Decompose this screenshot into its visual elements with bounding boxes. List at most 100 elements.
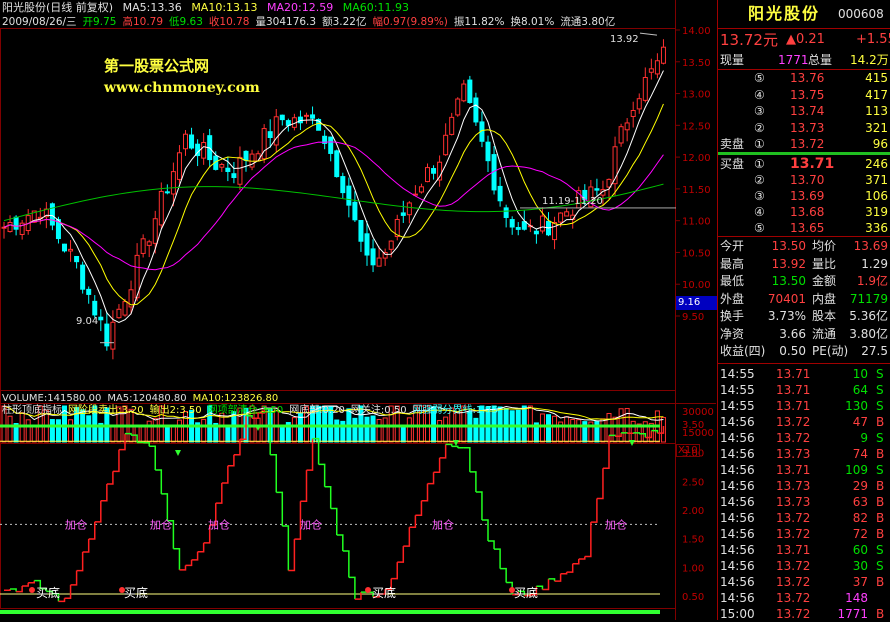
- header-line-1: 阳光股份(日线 前复权) MA5:13.36 MA10:13.13 MA20:1…: [2, 1, 415, 15]
- volume-bar: [377, 420, 381, 442]
- tick-volume: 82: [830, 510, 868, 526]
- indicator-output: 输出2:3.50: [150, 405, 202, 416]
- tick-volume: 109: [830, 462, 868, 478]
- indicator-axis-label: 1.00: [682, 563, 704, 574]
- candle-body: [226, 168, 230, 171]
- stock-name: 阳光股份: [748, 2, 820, 26]
- indicator-step: [579, 556, 585, 558]
- quote-title-row: 阳光股份 000608: [718, 2, 890, 26]
- tick-direction: S: [876, 430, 884, 446]
- indicator-step: [113, 450, 119, 472]
- indicator-step: [83, 539, 89, 552]
- kline-chart-area[interactable]: 14.0013.5013.0012.5012.0011.5011.0010.50…: [0, 0, 716, 620]
- buy-marker-icon: [29, 587, 35, 593]
- tick-row: 14:5513.71130S: [718, 398, 890, 414]
- candle-body: [450, 117, 454, 134]
- candle-body: [14, 217, 18, 229]
- tick-row: 14:5613.7329B: [718, 478, 890, 494]
- tick-row: 14:5513.7110S: [718, 366, 890, 382]
- current-vol-label: 现量: [720, 51, 744, 69]
- tick-price: 13.71: [776, 398, 810, 414]
- bid-row: ②13.70371: [718, 172, 890, 188]
- stat-value-2: 1.29: [846, 256, 888, 273]
- tick-price: 13.72: [776, 526, 810, 542]
- volume-bar: [528, 406, 532, 442]
- candle-body: [93, 301, 97, 315]
- stat-label: 最高: [720, 256, 744, 273]
- sell-arrow-icon: [175, 450, 181, 456]
- indicator-step: [228, 455, 234, 466]
- price-change: ▲0.21: [786, 30, 825, 50]
- indicator-axis-label: 1.50: [682, 535, 704, 546]
- indicator-step: [591, 499, 597, 523]
- indicator-step: [77, 552, 83, 571]
- bar-amplitude: 振11.82%: [454, 16, 505, 28]
- tick-volume: 9: [830, 430, 868, 446]
- candle-body: [510, 220, 514, 227]
- indicator-step: [282, 526, 288, 570]
- volume-bar: [141, 425, 145, 442]
- volume-row: 现量 1771 总量 14.2万: [718, 51, 890, 69]
- stat-row: 外盘70401内盘71179: [718, 291, 890, 308]
- tick-volume: 130: [830, 398, 868, 414]
- tick-direction: S: [876, 366, 884, 382]
- price-axis-label: 12.50: [682, 121, 711, 132]
- volume-bar: [335, 420, 339, 442]
- indicator-step: [22, 583, 28, 586]
- candle-body: [81, 265, 85, 289]
- tick-row: 14:5613.71109S: [718, 462, 890, 478]
- indicator-step: [179, 565, 185, 569]
- current-price-marker: 9.16: [676, 296, 718, 310]
- volume-bar: [383, 418, 387, 442]
- candle-body: [341, 177, 345, 193]
- ask-price: 13.73: [790, 120, 824, 136]
- volume-bar: [444, 417, 448, 442]
- candle-body: [365, 234, 369, 255]
- stat-label: 收益(四): [720, 343, 765, 360]
- candle-body: [184, 134, 188, 149]
- low-annotation: 9.04: [76, 316, 98, 327]
- volume-label: VOLUME:141580.00: [2, 393, 101, 404]
- tick-time: 14:56: [720, 430, 755, 446]
- indicator-step: [276, 492, 282, 526]
- bar-date: 2009/08/26/三: [2, 16, 77, 28]
- ask-row: ④13.75417: [718, 87, 890, 103]
- indicator-step: [343, 551, 349, 577]
- volume-bar: [341, 421, 345, 442]
- indicator-step: [325, 487, 331, 509]
- candle-body: [504, 208, 508, 218]
- indicator-step: [488, 541, 494, 549]
- price-change-pct: +1.55: [856, 30, 890, 50]
- bid-row: ⑤13.65336: [718, 220, 890, 236]
- price-axis-label: 13.50: [682, 58, 711, 69]
- candle-body: [625, 123, 629, 130]
- candle-body: [153, 219, 157, 244]
- bar-close: 收10.78: [209, 16, 250, 28]
- candle-body: [456, 99, 460, 115]
- price-axis-label: 13.00: [682, 90, 711, 101]
- stock-code: 000608: [838, 2, 884, 26]
- stat-row: 今开13.50均价13.69: [718, 238, 890, 255]
- candle-body: [486, 142, 490, 160]
- tick-direction: B: [876, 414, 884, 430]
- add-position-label: 加仓: [605, 517, 627, 531]
- volume-bar: [553, 416, 557, 442]
- volume-bar: [522, 406, 526, 442]
- buy-marker-icon: [365, 587, 371, 593]
- tick-direction: B: [876, 494, 884, 510]
- volume-bar: [547, 415, 551, 442]
- bid-volume: 371: [858, 172, 888, 188]
- tick-price: 13.71: [776, 382, 810, 398]
- ask-row: ⑤13.76415: [718, 70, 890, 86]
- buy-bottom-label: 买底: [372, 585, 396, 600]
- candle-body: [244, 151, 248, 160]
- volume-bar: [631, 421, 635, 442]
- price-axis-label: 12.00: [682, 153, 711, 164]
- indicator-step: [95, 501, 101, 522]
- indicator-step: [65, 585, 71, 598]
- volume-bar: [50, 420, 54, 442]
- buy-bottom-label: 买底: [124, 585, 148, 600]
- ask-volume: 415: [858, 70, 888, 86]
- volume-bar: [280, 425, 284, 442]
- candle-body: [462, 84, 466, 101]
